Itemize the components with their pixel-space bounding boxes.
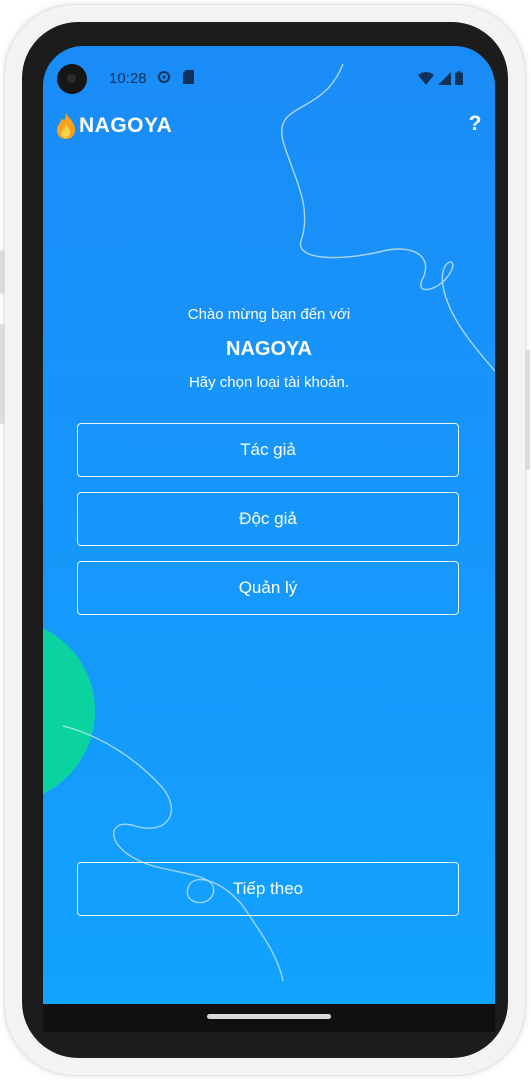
side-button-right bbox=[525, 350, 530, 470]
gear-icon bbox=[157, 70, 171, 87]
system-nav-bar bbox=[43, 1004, 495, 1032]
wifi-icon bbox=[418, 71, 434, 90]
power-button bbox=[0, 324, 5, 424]
sim-card-icon bbox=[183, 70, 194, 87]
flame-icon bbox=[55, 112, 77, 140]
doodle-line-top bbox=[281, 63, 495, 372]
account-type-prompt: Hãy chọn loại tài khoản. bbox=[188, 374, 350, 391]
battery-icon bbox=[455, 71, 463, 90]
app-title: NAGOYA bbox=[79, 114, 173, 137]
welcome-greeting: Chào mừng bạn đến với bbox=[187, 306, 351, 323]
front-camera bbox=[57, 64, 87, 94]
reader-option-label: Độc giả bbox=[239, 509, 297, 528]
status-time: 10:28 bbox=[109, 70, 147, 87]
reader-option-button[interactable]: Độc giả bbox=[77, 492, 459, 546]
next-button[interactable]: Tiếp theo bbox=[77, 862, 459, 916]
doodle-line-bottom bbox=[62, 725, 284, 982]
manager-option-label: Quản lý bbox=[238, 578, 298, 597]
accent-circle bbox=[43, 628, 95, 794]
help-button[interactable]: ? bbox=[465, 112, 485, 136]
author-option-label: Tác giả bbox=[240, 440, 296, 459]
author-option-button[interactable]: Tác giả bbox=[77, 423, 459, 477]
welcome-brand: NAGOYA bbox=[226, 338, 312, 360]
volume-button bbox=[0, 250, 5, 294]
status-icons bbox=[418, 71, 463, 90]
app-screen: 10:28 NAGOYA ? Chào mừng bạn đến với NAG… bbox=[43, 46, 495, 1006]
home-gesture-bar[interactable] bbox=[207, 1014, 331, 1019]
next-button-label: Tiếp theo bbox=[232, 879, 304, 898]
manager-option-button[interactable]: Quản lý bbox=[77, 561, 459, 615]
signal-icon bbox=[438, 71, 451, 90]
